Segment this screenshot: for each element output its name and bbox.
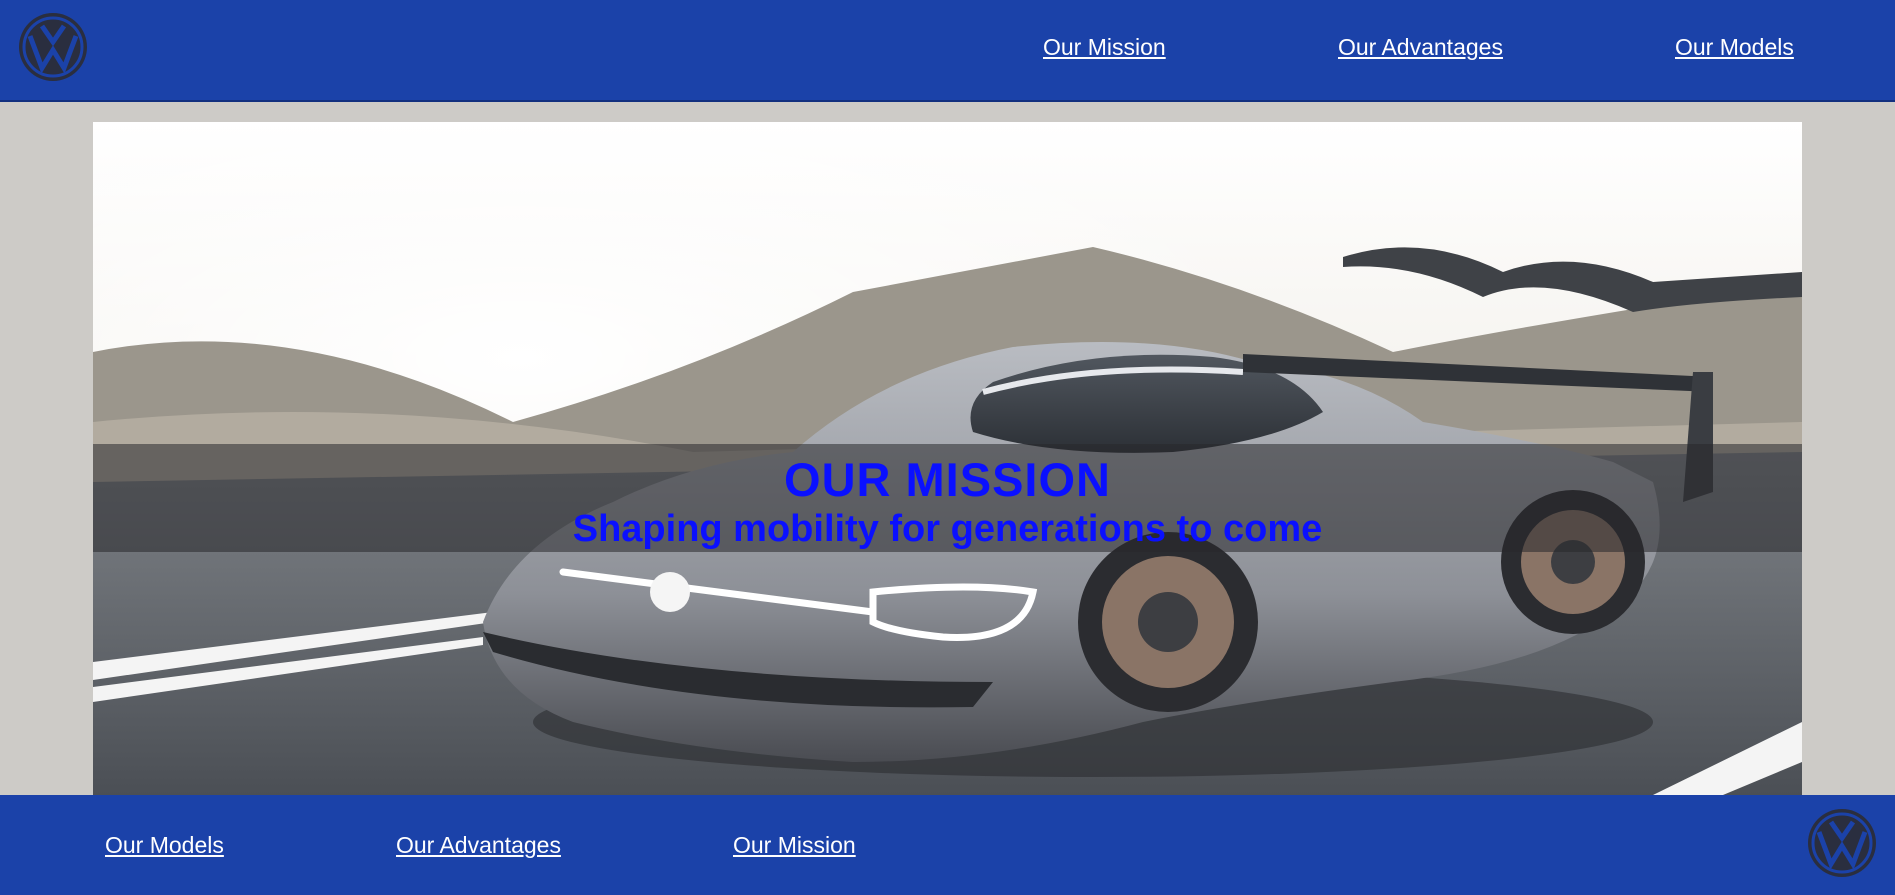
footer-link-models[interactable]: Our Models (105, 832, 224, 859)
hero-subtitle: Shaping mobility for generations to come (572, 508, 1323, 550)
hero-caption-band: OUR MISSION Shaping mobility for generat… (93, 444, 1802, 552)
nav-link-models[interactable]: Our Models (1675, 34, 1794, 61)
vw-logo-icon[interactable] (18, 12, 88, 82)
hero-title: OUR MISSION (784, 453, 1111, 506)
footer-link-advantages[interactable]: Our Advantages (396, 832, 561, 859)
site-header: Our Mission Our Advantages Our Models (0, 0, 1895, 102)
nav-link-advantages[interactable]: Our Advantages (1338, 34, 1503, 61)
site-footer: Our Models Our Advantages Our Mission (0, 795, 1895, 895)
vw-logo-icon[interactable] (1807, 808, 1877, 878)
hero-banner: OUR MISSION Shaping mobility for generat… (93, 122, 1802, 795)
nav-link-mission[interactable]: Our Mission (1043, 34, 1166, 61)
footer-link-mission[interactable]: Our Mission (733, 832, 856, 859)
